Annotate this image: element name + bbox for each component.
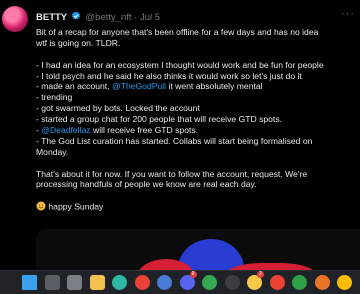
tweet-line: - got swarmed by bots. Locked the accoun… (36, 103, 358, 114)
tweet-text-segment: - I told psych and he said he also think… (36, 70, 302, 81)
chrome-browser-icon[interactable] (134, 275, 150, 290)
tweet-date[interactable]: Jul 5 (140, 12, 160, 23)
app-icon-green[interactable] (292, 275, 307, 290)
smiling-face-emoji (36, 201, 46, 214)
tweet-text-segment: processing handfuls of people we know ar… (36, 179, 257, 190)
notification-badge: 9 (189, 271, 197, 278)
tweet: BETTY @betty_nft · Jul 5 ··· Bit of a re… (0, 0, 360, 270)
file-explorer-icon[interactable] (89, 275, 105, 290)
tweet-line: - trending (36, 92, 358, 103)
tweet-text: Bit of a recap for anyone that's been of… (36, 27, 358, 212)
tweet-line: - I had an idea for an ecosystem I thoug… (36, 60, 358, 71)
edge-browser-icon[interactable] (112, 275, 127, 290)
app-icon-orange[interactable] (314, 275, 330, 290)
tweet-text-segment: - made an account, (36, 81, 112, 92)
tweet-text-segment: Bit of a recap for anyone that's been of… (36, 27, 319, 37)
windows-taskbar: 92 (0, 270, 360, 294)
notification-badge: 2 (257, 271, 264, 278)
tweet-text-segment: - The God List curation has started. Col… (36, 135, 313, 146)
tweet-line: - I told psych and he said he also think… (36, 71, 358, 82)
mention-link[interactable]: @Deadfellaz (41, 125, 90, 135)
chrome-profile-icon[interactable] (202, 275, 217, 290)
app-icon-blue[interactable] (157, 275, 172, 290)
tweet-text-segment: will receive free GTD spots. (90, 125, 199, 136)
chrome-profile-3-icon[interactable] (337, 275, 352, 290)
windows-start-icon[interactable] (22, 275, 37, 290)
tweet-line: - started a group chat for 200 people th… (36, 114, 358, 125)
tweet-text-segment: - started a group chat for 200 people th… (36, 114, 283, 125)
search-icon[interactable] (44, 275, 60, 290)
tweet-line: That's about it for now. If you want to … (36, 169, 358, 180)
tweet-text-segment: wtf is going on. TLDR. (36, 37, 121, 48)
tweet-line: - @Deadfellaz will receive free GTD spot… (36, 125, 358, 136)
mention-link[interactable]: @TheGodPull (112, 81, 166, 91)
avatar[interactable] (2, 6, 28, 32)
task-view-icon[interactable] (67, 275, 82, 290)
tweet-text-segment: Monday. (36, 146, 69, 157)
tweet-header: BETTY @betty_nft · Jul 5 (36, 10, 160, 26)
tweet-text-segment: That's about it for now. If you want to … (36, 168, 308, 179)
app-icon-dark[interactable] (224, 275, 240, 290)
tweet-line: Monday. (36, 147, 358, 158)
tweet-text-segment: it went absolutely mental (166, 81, 263, 92)
separator-dot: · (134, 12, 138, 23)
tweet-line: Bit of a recap for anyone that's been of… (36, 27, 358, 38)
display-name[interactable]: BETTY (36, 12, 67, 23)
handle[interactable]: @betty_nft (85, 12, 131, 23)
tweet-line: - The God List curation has started. Col… (36, 136, 358, 147)
tweet-text-segment: - I had an idea for an ecosystem I thoug… (36, 59, 324, 70)
tweet-line: happy Sunday (36, 201, 358, 212)
chrome-profile-2-icon[interactable] (269, 275, 285, 290)
tweet-media-image[interactable] (36, 229, 360, 270)
verified-badge-icon (71, 12, 80, 21)
more-options-icon[interactable]: ··· (341, 8, 355, 20)
tweet-text-segment: - trending (36, 92, 73, 103)
tweet-text-segment: - got swarmed by bots. Locked the accoun… (36, 103, 200, 114)
tweet-line: wtf is going on. TLDR. (36, 38, 358, 49)
tweet-line: processing handfuls of people we know ar… (36, 179, 358, 190)
tweet-text-segment: happy Sunday (48, 201, 104, 212)
tweet-line: - made an account, @TheGodPull it went a… (36, 81, 358, 92)
